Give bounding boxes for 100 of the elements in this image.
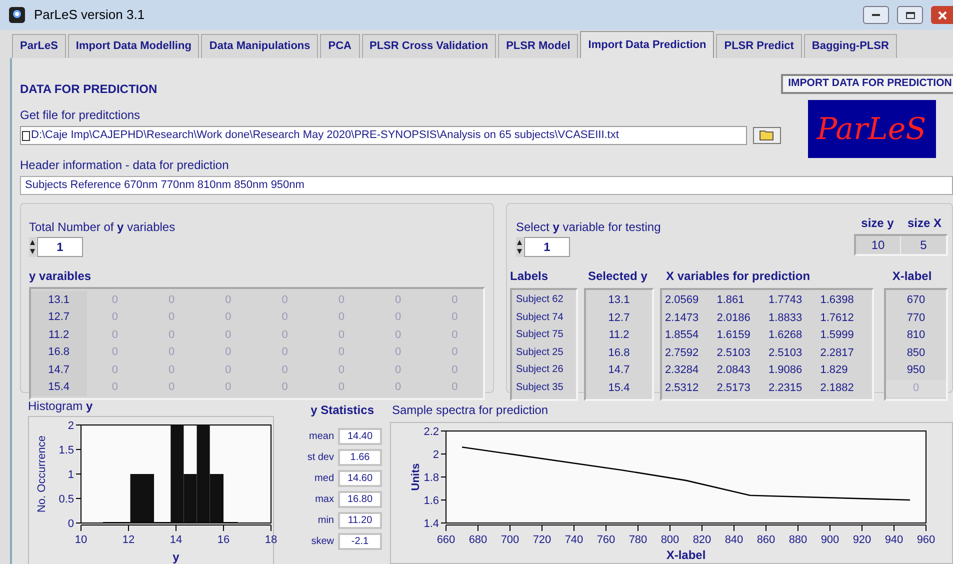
x-value-cell-text: 1.9086 xyxy=(768,363,804,378)
column-header: Selected y xyxy=(587,268,648,285)
statistic-label: skew xyxy=(310,535,334,549)
x-tick-label: 660 xyxy=(436,534,456,546)
maximize-button[interactable] xyxy=(897,6,923,24)
file-path-field[interactable]: D:\Caje Imp\CAJEPHD\Research\Work done\Research May 2020\PRE-SYNOPSIS\Analysis on 65 subjects\VCASEIII.txt xyxy=(20,126,747,145)
x-value-cell-text: 2.5103 xyxy=(768,346,804,360)
grid-cell-text: 0 xyxy=(394,362,402,378)
statistic-label: max xyxy=(314,493,334,507)
y-value-cell: 11.2 xyxy=(31,326,87,344)
label-cell-text: Subject 75 xyxy=(515,328,564,342)
x-tick-label: 780 xyxy=(628,534,648,546)
y-tick-label: 1.5 xyxy=(58,444,74,456)
y-tick-label: 1 xyxy=(68,469,74,481)
statistics-title: y Statistics xyxy=(310,402,374,419)
x-value-cell-text: 1.6159 xyxy=(716,328,752,343)
folder-icon xyxy=(759,130,775,141)
x-tick-label: 760 xyxy=(596,534,616,546)
grid-cell-text: 0 xyxy=(394,328,402,342)
grid-cell-text: 0 xyxy=(280,345,289,360)
grid-cell-text: 0 xyxy=(450,345,459,360)
grid-cell-text: 0 xyxy=(394,292,402,308)
x-tick-label: 860 xyxy=(756,534,776,546)
y-value-cell: 16.8 xyxy=(31,344,87,361)
grid-cell-text: 0 xyxy=(168,292,176,308)
x-value-cell-text: 1.861 xyxy=(716,293,746,308)
x-axis-title: y xyxy=(172,550,180,564)
grid-cell-text: 0 xyxy=(224,362,232,378)
statistic-label: mean xyxy=(308,430,334,444)
y-count-field[interactable]: 1 xyxy=(37,237,83,257)
tab[interactable]: PLSR Model xyxy=(498,34,578,58)
tab[interactable]: PLSR Predict xyxy=(716,34,802,58)
y-tick-label: 1.8 xyxy=(424,472,439,484)
label-cell-text: Subject 26 xyxy=(515,363,564,377)
grid-cell-text: 0 xyxy=(337,292,346,308)
x-value-cell-text: 2.0843 xyxy=(716,363,752,378)
window-title: ParLeS version 3.1 xyxy=(34,6,146,24)
grid-cell-text: 0 xyxy=(168,310,176,325)
header-info-label: Header information - data for prediction xyxy=(20,157,230,174)
x-label-cell-text: 670 xyxy=(906,293,926,308)
y-value-cell: 15.4 xyxy=(31,378,87,396)
statistic-label: st dev xyxy=(306,451,334,465)
grid-cell-text: 0 xyxy=(224,292,232,308)
tab[interactable]: Import Data Prediction xyxy=(580,31,714,58)
grid-cell-text: 0 xyxy=(450,328,459,342)
spinner-arrows-icon[interactable] xyxy=(29,237,36,257)
spinner-arrows-icon[interactable] xyxy=(516,237,523,257)
spectra-title: Sample spectra for prediction xyxy=(391,402,550,419)
tab[interactable]: PLSR Cross Validation xyxy=(362,34,496,58)
size-y-label: size y xyxy=(860,215,895,232)
column-header: X variables for prediction xyxy=(665,268,812,285)
statistic-value: 14.40 xyxy=(338,428,382,445)
grid-cell-text: 0 xyxy=(110,362,119,378)
x-value-cell-text: 2.0186 xyxy=(716,310,752,326)
grid-cell-text: 0 xyxy=(280,292,289,308)
tab[interactable]: ParLeS xyxy=(12,34,66,58)
x-value-cell-text: 1.7743 xyxy=(768,293,804,308)
x-value-cell-text: 2.1473 xyxy=(665,310,700,326)
tab[interactable]: Data Manipulations xyxy=(201,34,318,58)
grid-cell-text: 0 xyxy=(280,328,289,342)
browse-folder-button[interactable] xyxy=(753,127,781,144)
select-y-label: Select y variable for testing xyxy=(516,219,662,236)
grid-cell-text: 0 xyxy=(450,380,459,395)
statistic-value: 16.80 xyxy=(338,491,382,508)
grid-cell-text: 0 xyxy=(224,328,232,342)
close-button[interactable] xyxy=(931,6,953,24)
tab[interactable]: Bagging-PLSR xyxy=(804,34,897,58)
x-tick-label: 12 xyxy=(122,534,135,546)
grid-cell-text: 0 xyxy=(394,345,402,360)
statistic-label: med xyxy=(314,472,334,486)
tab[interactable]: Import Data Modelling xyxy=(68,34,200,58)
x-tick-label: 940 xyxy=(884,534,904,546)
x-value-cell-text: 1.5999 xyxy=(820,328,855,343)
y-axis-title: No. Occurrence xyxy=(36,435,48,513)
x-axis-title: X-label xyxy=(666,548,706,562)
import-data-button[interactable]: IMPORT DATA FOR PREDICTION xyxy=(781,74,953,94)
x-tick-label: 840 xyxy=(724,534,744,546)
select-y-field[interactable]: 1 xyxy=(524,237,570,257)
statistic-value: 11.20 xyxy=(338,512,382,529)
y-variables-label: y varaibles xyxy=(29,268,92,285)
y-tick-label: 2 xyxy=(432,449,439,461)
logo-text: ParLeS xyxy=(816,110,926,148)
y-tick-label: 2 xyxy=(68,420,74,432)
x-tick-label: 960 xyxy=(916,534,936,546)
tab[interactable]: PCA xyxy=(320,34,360,58)
file-label: Get file for preditctions xyxy=(20,107,142,124)
selected-y-cell-text: 15.4 xyxy=(607,380,631,396)
y-tick-label: 2.2 xyxy=(424,426,439,438)
y-value-cell: 14.7 xyxy=(31,361,87,378)
grid-cell-text: 0 xyxy=(110,310,119,325)
grid-cell-text: 0 xyxy=(224,380,232,395)
x-value-cell-text: 2.2315 xyxy=(768,380,804,396)
x-value-cell-text: 1.6398 xyxy=(820,293,855,308)
grid-cell-text: 0 xyxy=(168,380,176,395)
x-value-cell-text: 2.7592 xyxy=(665,346,700,360)
grid-cell-text: 0 xyxy=(280,362,289,378)
x-value-cell-text: 2.5103 xyxy=(716,346,752,360)
x-value-cell-text: 2.0569 xyxy=(665,293,700,308)
grid-cell-text: 0 xyxy=(337,310,346,325)
minimize-button[interactable] xyxy=(863,6,889,24)
